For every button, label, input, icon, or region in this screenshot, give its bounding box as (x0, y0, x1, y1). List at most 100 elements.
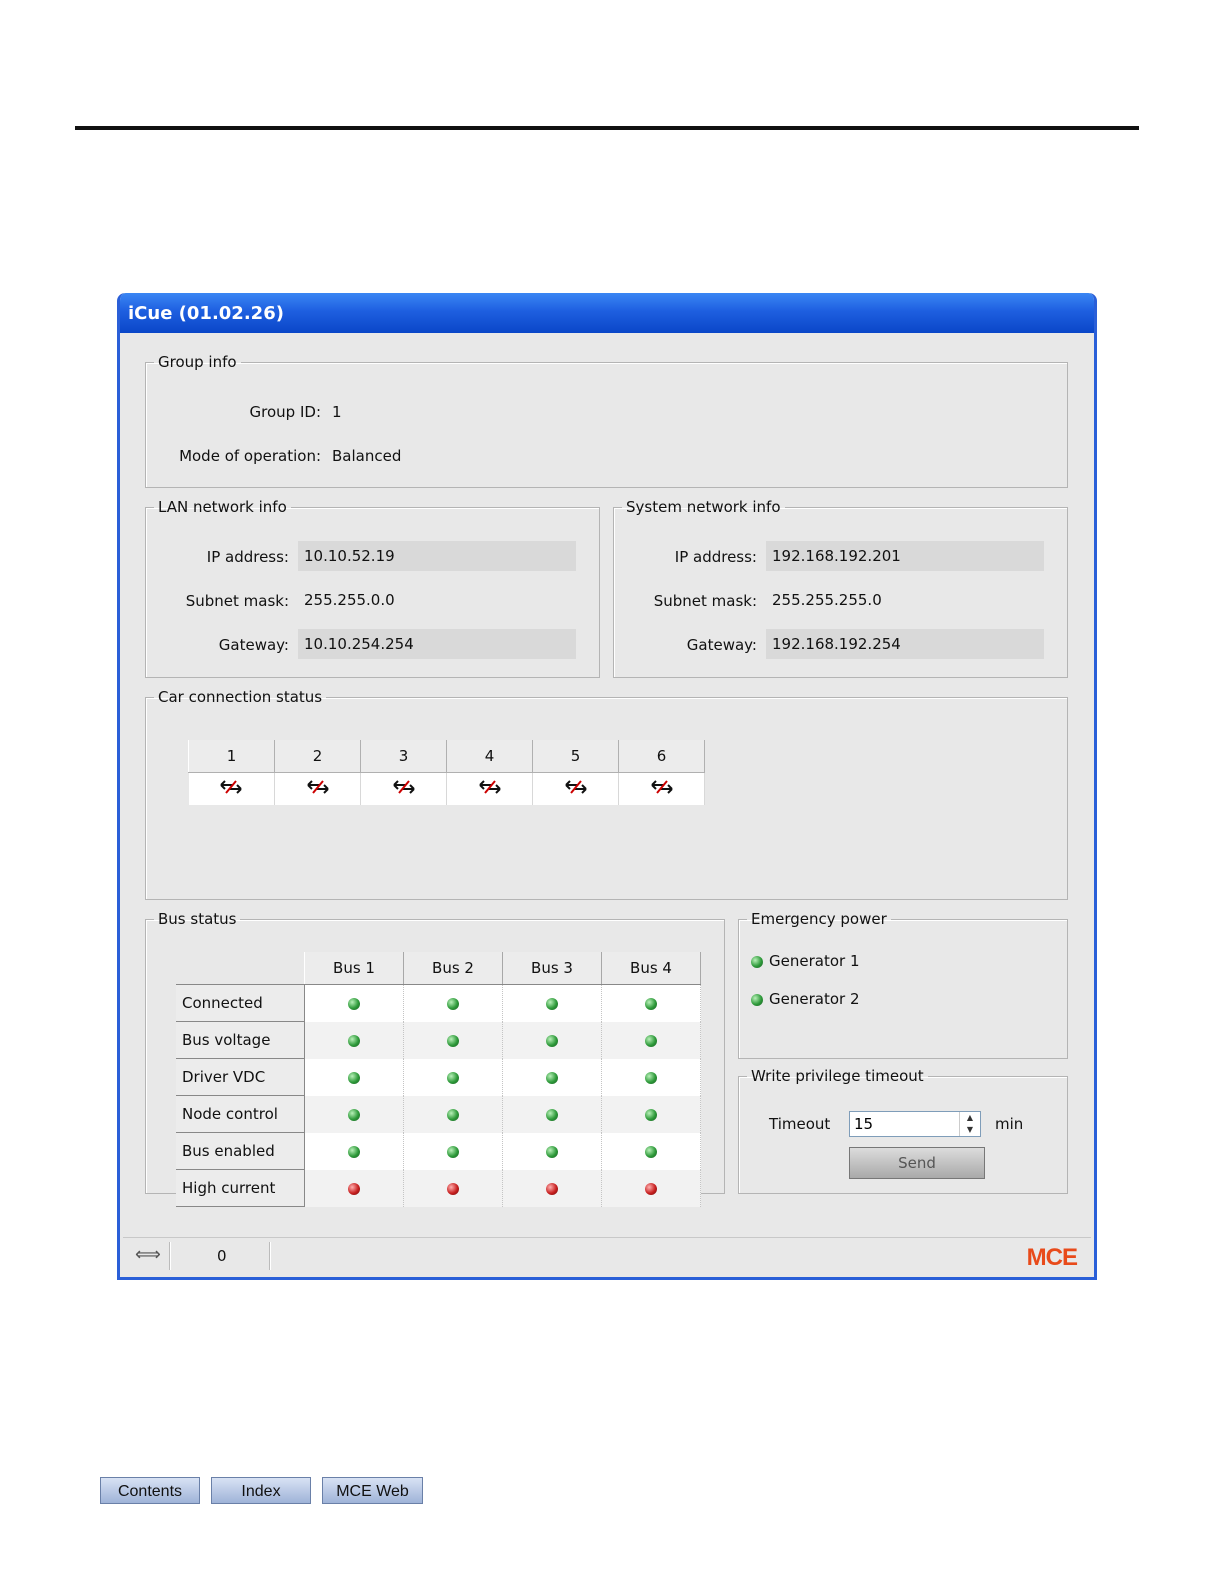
write-privilege-panel: Write privilege timeout Timeout ▲ ▼ min … (738, 1067, 1068, 1194)
disconnected-arrows-icon (564, 780, 588, 799)
bus-table-corner (176, 952, 305, 985)
ok-indicator-icon (645, 998, 657, 1011)
system-subnet-label: Subnet mask: (653, 592, 757, 610)
ok-indicator-icon (546, 998, 558, 1011)
bus-status-cell (403, 1058, 503, 1096)
ok-indicator-icon (447, 1146, 459, 1158)
bus-status-row: Driver VDC (176, 1058, 701, 1096)
contents-button[interactable]: Contents (100, 1477, 200, 1504)
ok-indicator-icon (546, 1109, 558, 1121)
generator-item: Generator 1 (751, 952, 859, 970)
mce-web-button[interactable]: MCE Web (322, 1477, 423, 1504)
car-header-6: 6 (618, 740, 705, 773)
fault-indicator-icon (447, 1183, 459, 1195)
generator-status-icon (751, 955, 763, 968)
lan-ip-label: IP address: (206, 548, 289, 566)
bus-status-cell (304, 1021, 404, 1059)
ok-indicator-icon (546, 1035, 558, 1047)
bus-status-cell (502, 1058, 602, 1096)
bus-status-cell (403, 1169, 503, 1207)
ok-indicator-icon (447, 1072, 459, 1084)
lan-gateway-field: 10.10.254.254 (298, 629, 576, 659)
icue-window: iCue (01.02.26) Group info Group ID: 1 M… (117, 293, 1097, 1280)
write-privilege-legend: Write privilege timeout (751, 1067, 924, 1085)
bus-status-cell (502, 1095, 602, 1133)
car-connection-legend: Car connection status (158, 688, 323, 706)
generator-label: Generator 1 (769, 952, 860, 970)
group-id-label: Group ID: (249, 403, 321, 421)
bus-status-cell (601, 1021, 701, 1059)
disconnected-arrows-icon (478, 780, 502, 799)
bus-row-label: Driver VDC (176, 1058, 305, 1096)
window-client-area: Group info Group ID: 1 Mode of operation… (120, 333, 1094, 1277)
bus-status-cell (304, 1132, 404, 1170)
bus-status-cell (502, 1169, 602, 1207)
bus-status-cell (403, 1132, 503, 1170)
index-button[interactable]: Index (211, 1477, 311, 1504)
group-id-value: 1 (332, 403, 342, 421)
disconnected-arrows-icon (306, 780, 330, 799)
page-top-rule (75, 126, 1139, 130)
bus-column-header: Bus 4 (601, 952, 701, 985)
status-bar: ⟺ 0 MCE (123, 1237, 1091, 1276)
spin-up-icon[interactable]: ▲ (960, 1112, 980, 1124)
bus-status-legend: Bus status (158, 910, 237, 928)
bus-status-row: Node control (176, 1095, 701, 1133)
bus-column-header: Bus 2 (403, 952, 503, 985)
car-status-cell-3 (360, 772, 447, 805)
lan-gateway-label: Gateway: (218, 636, 289, 654)
connection-arrows-icon: ⟺ (135, 1244, 161, 1265)
car-header-2: 2 (274, 740, 361, 773)
title-bar[interactable]: iCue (01.02.26) (120, 293, 1094, 333)
ok-indicator-icon (645, 1035, 657, 1047)
bus-status-cell (502, 1132, 602, 1170)
timeout-label: Timeout (769, 1115, 831, 1133)
bus-status-cell (304, 984, 404, 1022)
lan-subnet-field: 255.255.0.0 (304, 591, 395, 609)
mode-value: Balanced (332, 447, 402, 465)
timeout-spin-arrows[interactable]: ▲ ▼ (959, 1112, 980, 1136)
system-ip-label: IP address: (674, 548, 757, 566)
spin-down-icon[interactable]: ▼ (960, 1124, 980, 1136)
car-status-cell-1 (188, 772, 275, 805)
system-gateway-label: Gateway: (686, 636, 757, 654)
bus-row-label: Bus voltage (176, 1021, 305, 1059)
system-subnet-field: 255.255.255.0 (772, 591, 882, 609)
fault-indicator-icon (645, 1183, 657, 1195)
bus-status-table: Bus 1 Bus 2 Bus 3 Bus 4 Connected Bus voltag… (176, 952, 701, 1207)
status-count-segment: 0 (171, 1242, 270, 1270)
car-header-5: 5 (532, 740, 619, 773)
bus-row-label: Bus enabled (176, 1132, 305, 1170)
ok-indicator-icon (645, 1072, 657, 1084)
disconnected-arrows-icon (650, 780, 674, 799)
ok-indicator-icon (348, 1146, 360, 1158)
group-info-panel: Group info Group ID: 1 Mode of operation… (145, 353, 1068, 488)
bus-status-row: Bus enabled (176, 1132, 701, 1170)
bus-status-cell (403, 1095, 503, 1133)
disconnected-arrows-icon (392, 780, 416, 799)
car-status-cell-6 (618, 772, 705, 805)
car-header-1: 1 (188, 740, 275, 773)
car-connection-panel: Car connection status 123456 (145, 688, 1068, 900)
bus-column-header: Bus 3 (502, 952, 602, 985)
bus-status-cell (403, 984, 503, 1022)
lan-network-legend: LAN network info (158, 498, 287, 516)
bus-status-cell (502, 984, 602, 1022)
emergency-power-panel: Emergency power Generator 1 Generator 2 (738, 910, 1068, 1059)
bus-status-cell (601, 1095, 701, 1133)
system-network-panel: System network info IP address: 192.168.… (613, 498, 1068, 678)
system-network-legend: System network info (626, 498, 781, 516)
car-status-cell-5 (532, 772, 619, 805)
generator-label: Generator 2 (769, 990, 860, 1008)
generator-status-icon (751, 993, 763, 1006)
timeout-unit: min (995, 1115, 1024, 1133)
ok-indicator-icon (348, 1072, 360, 1084)
ok-indicator-icon (348, 998, 360, 1011)
emergency-power-legend: Emergency power (751, 910, 887, 928)
timeout-spinner[interactable]: ▲ ▼ (849, 1111, 981, 1137)
ok-indicator-icon (645, 1109, 657, 1121)
group-info-legend: Group info (158, 353, 237, 371)
bus-status-cell (304, 1058, 404, 1096)
timeout-input[interactable] (852, 1114, 956, 1134)
send-button[interactable]: Send (849, 1147, 985, 1179)
